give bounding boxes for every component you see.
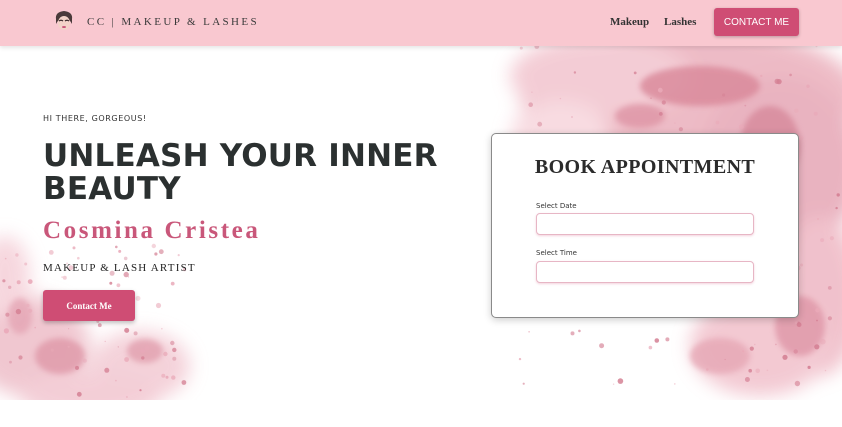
date-input[interactable] bbox=[536, 213, 754, 235]
nav-link-lashes[interactable]: Lashes bbox=[664, 16, 696, 28]
artist-name: Cosmina Cristea bbox=[43, 217, 261, 244]
artist-tagline: MAKEUP & LASH ARTIST bbox=[43, 262, 196, 274]
contact-me-button[interactable]: Contact Me bbox=[43, 290, 135, 321]
time-label: Select Time bbox=[536, 249, 577, 257]
time-input[interactable] bbox=[536, 261, 754, 283]
nav-link-makeup[interactable]: Makeup bbox=[610, 16, 649, 28]
booking-card: BOOK APPOINTMENT Select Date Select Time bbox=[491, 133, 799, 318]
woman-face-logo-icon[interactable] bbox=[53, 10, 75, 32]
hero-headline: UNLEASH YOUR INNER BEAUTY bbox=[43, 138, 438, 207]
greeting-text: HI THERE, GORGEOUS! bbox=[43, 114, 147, 123]
top-navbar: CC | MAKEUP & LASHES Makeup Lashes CONTA… bbox=[0, 0, 842, 46]
brand-name[interactable]: CC | MAKEUP & LASHES bbox=[87, 16, 259, 28]
date-label: Select Date bbox=[536, 202, 577, 210]
booking-title: BOOK APPOINTMENT bbox=[534, 156, 756, 178]
contact-me-nav-button[interactable]: CONTACT ME bbox=[714, 8, 799, 36]
